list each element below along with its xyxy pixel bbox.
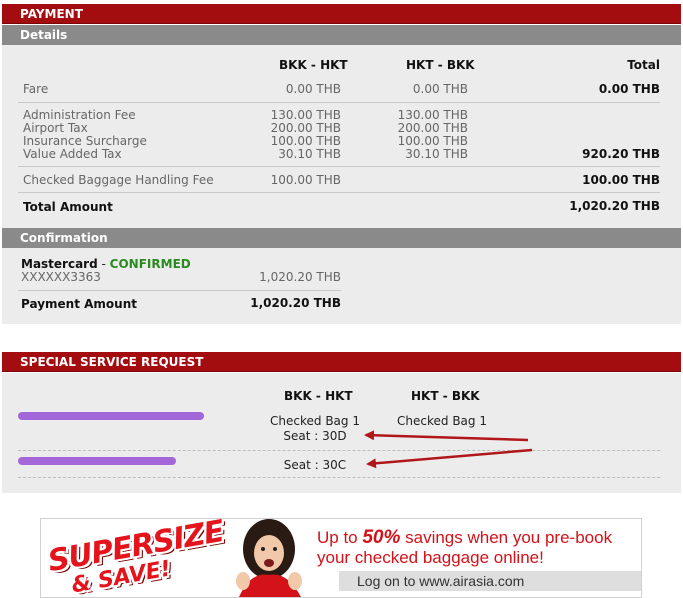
headline-suffix: savings when you pre-book bbox=[400, 528, 613, 547]
promo-banner[interactable]: SUPERSIZE & SAVE! Up to 50% savings when… bbox=[40, 518, 642, 598]
supersize-logo: SUPERSIZE & SAVE! bbox=[45, 519, 226, 597]
promo-cta-link[interactable]: Log on to www.airasia.com bbox=[357, 572, 524, 590]
promo-headline: Up to 50% savings when you pre-book bbox=[317, 528, 612, 548]
promo-person-image bbox=[221, 519, 316, 597]
annotation-arrows bbox=[364, 430, 533, 469]
arrow-icon bbox=[366, 448, 533, 469]
arrow-icon bbox=[364, 430, 529, 442]
headline-prefix: Up to bbox=[317, 528, 363, 547]
headline-highlight: 50% bbox=[362, 527, 401, 548]
promo-headline-line2: your checked baggage online! bbox=[317, 548, 544, 567]
